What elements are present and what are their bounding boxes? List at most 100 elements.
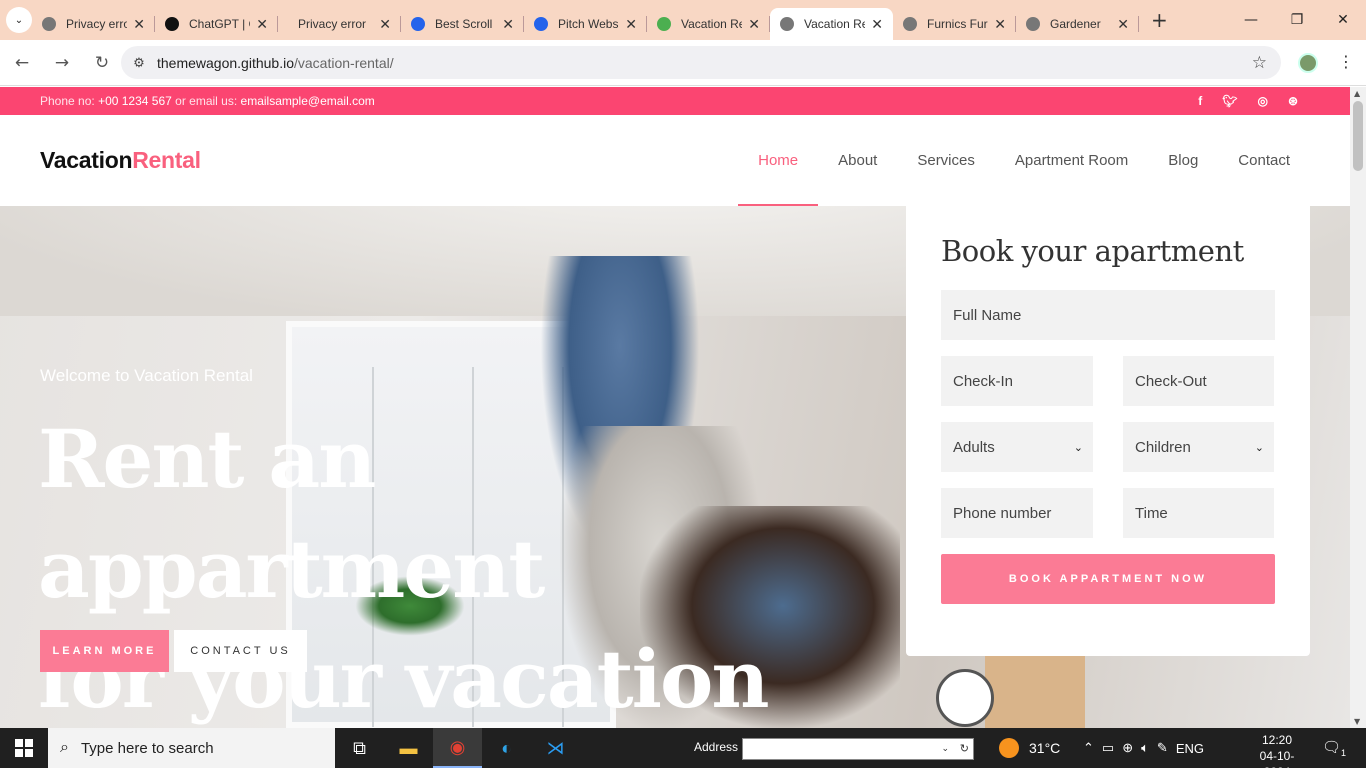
browser-tab[interactable]: Best Scroll ✕ [401, 8, 524, 40]
scroll-down-icon[interactable]: ▼ [1354, 717, 1360, 726]
language-indicator[interactable]: ENG [1176, 741, 1204, 756]
chrome-icon[interactable]: ◉ [433, 728, 482, 768]
site-logo[interactable]: VacationRental [40, 147, 201, 174]
windows-taskbar: ⌕ Type here to search ⧉ ▬ ◉ ◐ ⋊ Address ⌄… [0, 728, 1366, 779]
taskbar-search[interactable]: ⌕ Type here to search [48, 728, 335, 768]
book-apartment-button[interactable]: BOOK APPARTMENT NOW [941, 554, 1275, 604]
chatgpt-icon [165, 17, 179, 31]
minimize-icon[interactable]: — [1228, 0, 1274, 40]
instagram-icon[interactable]: ◎ [1257, 94, 1267, 108]
browser-tab[interactable]: Pitch Website ✕ [524, 8, 647, 40]
nav-item-apartment-room[interactable]: Apartment Room [995, 115, 1148, 206]
nav-item-blog[interactable]: Blog [1148, 115, 1218, 206]
leaf-icon [657, 17, 671, 31]
volume-icon[interactable]: 🔈︎ [1141, 740, 1149, 756]
contact-us-button[interactable]: CONTACT US [174, 630, 307, 672]
pen-icon[interactable]: ✎ [1157, 740, 1168, 756]
site-header: VacationRental Home About Services Apartmen… [0, 115, 1350, 206]
tab-list: Privacy error✕ChatGPT | OpenAI✕Privacy e… [32, 0, 1139, 40]
address-toolbar-label: Address [694, 740, 739, 754]
restore-icon[interactable]: ❐ [1274, 0, 1320, 40]
meet-now-icon[interactable]: ▭ [1102, 740, 1114, 756]
search-icon: ⌕ [60, 739, 69, 756]
tab-title: Furnics Furniture [927, 17, 988, 31]
children-select[interactable]: Children ⌄ [1123, 422, 1274, 472]
new-tab-icon[interactable]: + [1151, 8, 1168, 32]
chevron-down-icon[interactable]: ⌄ [941, 743, 949, 754]
phone-link[interactable]: +00 1234 567 [98, 94, 172, 108]
w-icon [411, 17, 425, 31]
full-name-field[interactable]: Full Name [941, 290, 1275, 340]
refresh-icon[interactable]: ↻ [960, 742, 969, 755]
nav-item-contact[interactable]: Contact [1218, 115, 1310, 206]
browser-tab[interactable]: Privacy error ✕ [32, 8, 155, 40]
scroll-thumb[interactable] [1353, 101, 1363, 171]
browser-tab[interactable]: ChatGPT | OpenAI ✕ [155, 8, 278, 40]
w-icon [534, 17, 548, 31]
forward-icon[interactable]: → [44, 53, 80, 73]
email-link[interactable]: emailsample@email.com [241, 94, 375, 108]
file-explorer-icon[interactable]: ▬ [384, 728, 433, 768]
close-tab-icon[interactable]: ✕ [748, 16, 760, 33]
edge-icon[interactable]: ◐ [482, 728, 531, 768]
reload-icon[interactable]: ↻ [84, 53, 120, 73]
globe-icon [903, 17, 917, 31]
tab-title: Privacy error [298, 17, 367, 31]
tab-title: Privacy error [66, 17, 128, 31]
close-tab-icon[interactable]: ✕ [625, 16, 637, 33]
weather-widget[interactable]: 31°C [999, 738, 1060, 758]
nav-item-services[interactable]: Services [897, 115, 995, 206]
address-toolbar-input[interactable]: ⌄ ↻ [742, 738, 974, 760]
close-window-icon[interactable]: ✕ [1320, 0, 1366, 40]
windows-logo-icon [15, 739, 33, 757]
site-info-icon[interactable]: ⚙ [121, 55, 157, 71]
browser-menu-icon[interactable]: ⋮ [1338, 52, 1354, 71]
browser-tab[interactable]: Gardener ✕ [1016, 8, 1139, 40]
clock-date: 04-10-2024 [1259, 749, 1295, 779]
system-clock[interactable]: 12:20 04-10-2024 [1252, 732, 1302, 780]
show-hidden-icons-icon[interactable]: ⌃ [1083, 740, 1094, 756]
back-icon[interactable]: ← [4, 53, 40, 73]
booking-title: Book your apartment [941, 234, 1244, 268]
nav-item-about[interactable]: About [818, 115, 897, 206]
profile-avatar[interactable] [1298, 53, 1318, 73]
tab-search-icon[interactable]: ⌄ [6, 7, 32, 33]
network-icon[interactable]: ⊕ [1122, 740, 1133, 756]
children-label: Children [1135, 438, 1191, 456]
address-bar[interactable]: ⚙ themewagon.github.io/vacation-rental/ … [121, 46, 1281, 79]
time-field[interactable]: Time [1123, 488, 1274, 538]
check-out-field[interactable]: Check-Out [1123, 356, 1274, 406]
tab-separator [1138, 16, 1139, 32]
nav-item-home[interactable]: Home [738, 115, 819, 206]
start-button[interactable] [0, 728, 48, 768]
close-tab-icon[interactable]: ✕ [502, 16, 514, 33]
close-tab-icon[interactable]: ✕ [994, 16, 1006, 33]
twitter-icon[interactable]: 🐦︎ [1222, 94, 1237, 108]
email-label: or email us: [175, 94, 238, 108]
phone-field[interactable]: Phone number [941, 488, 1093, 538]
tab-title: ChatGPT | OpenAI [189, 17, 250, 31]
browser-tab[interactable]: Vacation Rental ✕ [647, 8, 770, 40]
page-scrollbar[interactable]: ▲ ▼ [1350, 87, 1366, 728]
notification-icon[interactable]: 🗨︎1 [1322, 738, 1346, 758]
close-tab-icon[interactable]: ✕ [256, 16, 268, 33]
browser-tab[interactable]: Vacation Rental ✕ [770, 8, 893, 40]
task-view-icon[interactable]: ⧉ [335, 728, 384, 768]
bookmark-star-icon[interactable]: ☆ [1252, 53, 1267, 73]
booking-form: Book your apartment Full Name Check-In C… [906, 206, 1310, 656]
globe-icon [780, 17, 794, 31]
close-tab-icon[interactable]: ✕ [871, 16, 883, 33]
browser-tab[interactable]: Privacy error ✕ [278, 8, 401, 40]
close-tab-icon[interactable]: ✕ [379, 16, 391, 33]
scroll-up-icon[interactable]: ▲ [1354, 89, 1360, 98]
facebook-icon[interactable]: f [1198, 94, 1202, 108]
globe-icon [42, 17, 56, 31]
check-in-field[interactable]: Check-In [941, 356, 1093, 406]
close-tab-icon[interactable]: ✕ [1117, 16, 1129, 33]
dribbble-icon[interactable]: ⊛ [1288, 94, 1298, 108]
close-tab-icon[interactable]: ✕ [133, 16, 145, 33]
vscode-icon[interactable]: ⋊ [531, 728, 580, 768]
browser-tab[interactable]: Furnics Furniture ✕ [893, 8, 1016, 40]
adults-select[interactable]: Adults ⌄ [941, 422, 1093, 472]
learn-more-button[interactable]: LEARN MORE [40, 630, 169, 672]
